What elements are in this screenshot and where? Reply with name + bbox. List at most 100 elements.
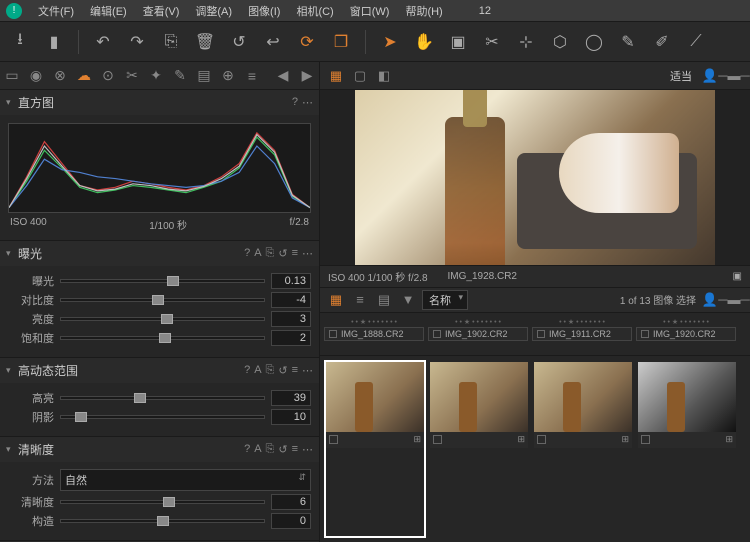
- preset-icon[interactable]: ≡: [292, 364, 298, 377]
- slider-track[interactable]: [60, 279, 265, 283]
- section-header-hdr[interactable]: ▾ 高动态范围 ?A⎘↺≡⋯: [0, 358, 319, 383]
- undo-icon[interactable]: ↶: [89, 28, 117, 56]
- copy-icon[interactable]: ⎘: [266, 443, 275, 456]
- thumbnail[interactable]: ⊞: [326, 362, 424, 537]
- auto-icon[interactable]: A: [254, 443, 261, 456]
- slider-value[interactable]: 6: [271, 494, 311, 510]
- filmstrip-icon[interactable]: ▤: [374, 290, 394, 310]
- image-viewer[interactable]: [320, 90, 750, 265]
- auto-icon[interactable]: A: [254, 364, 261, 377]
- proof-icon[interactable]: ▣: [733, 271, 742, 282]
- user-icon[interactable]: 👤: [700, 66, 720, 86]
- reset-icon[interactable]: ↺: [278, 443, 287, 456]
- tab-library-icon[interactable]: ▭: [0, 64, 24, 88]
- slider-value[interactable]: 0.13: [271, 273, 311, 289]
- film-item[interactable]: • • ★ • • • • • • •IMG_1902.CR2: [428, 317, 528, 351]
- section-header-clarity[interactable]: ▾ 清晰度 ?A⎘↺≡⋯: [0, 437, 319, 462]
- copy-icon[interactable]: ⎘: [157, 28, 185, 56]
- variants-icon[interactable]: ❐: [327, 28, 355, 56]
- brush-icon[interactable]: ✎: [614, 28, 642, 56]
- slider-track[interactable]: [60, 415, 265, 419]
- keystone-icon[interactable]: ⬡: [546, 28, 574, 56]
- slider-track[interactable]: [60, 500, 265, 504]
- sort-select[interactable]: 名称: [422, 290, 468, 310]
- crop-icon[interactable]: ✂: [478, 28, 506, 56]
- menu-item[interactable]: 图像(I): [240, 3, 288, 19]
- preset-icon[interactable]: ≡: [292, 247, 298, 260]
- tab-lens-icon[interactable]: ⊙: [96, 64, 120, 88]
- slider-track[interactable]: [60, 336, 265, 340]
- menu-item[interactable]: 帮助(H): [397, 3, 450, 19]
- tab-capture-icon[interactable]: ◉: [24, 64, 48, 88]
- thumb-view-icon[interactable]: ▦: [326, 290, 346, 310]
- help-icon[interactable]: ?: [244, 443, 250, 456]
- tab-color-icon[interactable]: ⊗: [48, 64, 72, 88]
- tab-crop-icon[interactable]: ✂: [120, 64, 144, 88]
- zoom-track[interactable]: ─▬─: [724, 66, 744, 86]
- user-icon[interactable]: 👤: [700, 290, 720, 310]
- reset-icon[interactable]: ↺: [278, 364, 287, 377]
- help-icon[interactable]: ?: [292, 96, 298, 109]
- grid-view-icon[interactable]: ▦: [326, 66, 346, 86]
- menu-item[interactable]: 文件(F): [30, 3, 82, 19]
- trash-icon[interactable]: 🗑: [191, 28, 219, 56]
- slider-value[interactable]: -4: [271, 292, 311, 308]
- loupe-icon[interactable]: ▣: [444, 28, 472, 56]
- tab-local-icon[interactable]: ✎: [168, 64, 192, 88]
- slider-track[interactable]: [60, 519, 265, 523]
- tab-details-icon[interactable]: ✦: [144, 64, 168, 88]
- reset-icon[interactable]: ↺: [278, 247, 287, 260]
- revert-icon[interactable]: ↩: [259, 28, 287, 56]
- auto-icon[interactable]: A: [254, 247, 261, 260]
- tab-exposure-icon[interactable]: ☁: [72, 64, 96, 88]
- slider-track[interactable]: [60, 396, 265, 400]
- size-slider[interactable]: ─▬─: [724, 290, 744, 310]
- cursor-icon[interactable]: ➤: [376, 28, 404, 56]
- menu-item[interactable]: 窗口(W): [342, 3, 398, 19]
- spot-icon[interactable]: ◯: [580, 28, 608, 56]
- menu-icon[interactable]: ⋯: [302, 364, 313, 377]
- section-header-histogram[interactable]: ▾ 直方图 ?⋯: [0, 90, 319, 115]
- straighten-icon[interactable]: ⊹: [512, 28, 540, 56]
- help-icon[interactable]: ?: [244, 247, 250, 260]
- tab-meta-icon[interactable]: ▤: [192, 64, 216, 88]
- import-icon[interactable]: ⭳: [6, 28, 34, 56]
- copy-icon[interactable]: ⎘: [266, 247, 275, 260]
- adjust-icon[interactable]: ⟋: [682, 28, 710, 56]
- slider-value[interactable]: 2: [271, 330, 311, 346]
- multi-view-icon[interactable]: ◧: [374, 66, 394, 86]
- tab-prev-icon[interactable]: ◀: [271, 64, 295, 88]
- film-item[interactable]: • • ★ • • • • • • •IMG_1888.CR2: [324, 317, 424, 351]
- slider-value[interactable]: 10: [271, 409, 311, 425]
- menu-icon[interactable]: ⋯: [302, 96, 313, 109]
- slider-value[interactable]: 0: [271, 513, 311, 529]
- menu-icon[interactable]: ⋯: [302, 247, 313, 260]
- thumbnail[interactable]: ⊞: [430, 362, 528, 537]
- menu-icon[interactable]: ⋯: [302, 443, 313, 456]
- slider-track[interactable]: [60, 317, 265, 321]
- filter-icon[interactable]: ▼: [398, 290, 418, 310]
- rotate-icon[interactable]: ⟳: [293, 28, 321, 56]
- thumbnail[interactable]: ⊞: [534, 362, 632, 537]
- film-item[interactable]: • • ★ • • • • • • •IMG_1920.CR2: [636, 317, 736, 351]
- slider-value[interactable]: 39: [271, 390, 311, 406]
- slider-value[interactable]: 3: [271, 311, 311, 327]
- list-view-icon[interactable]: ≡: [350, 290, 370, 310]
- menu-item[interactable]: 调整(A): [187, 3, 240, 19]
- tab-next-icon[interactable]: ▶: [295, 64, 319, 88]
- copy-icon[interactable]: ⎘: [266, 364, 275, 377]
- redo-icon[interactable]: ↷: [123, 28, 151, 56]
- method-select[interactable]: 自然: [60, 469, 311, 491]
- menu-item[interactable]: 编辑(E): [82, 3, 135, 19]
- tether-icon[interactable]: ▮: [40, 28, 68, 56]
- reset-icon[interactable]: ↺: [225, 28, 253, 56]
- menu-item[interactable]: 相机(C): [288, 3, 341, 19]
- thumbnail[interactable]: ⊞: [638, 362, 736, 537]
- single-view-icon[interactable]: ▢: [350, 66, 370, 86]
- tab-output-icon[interactable]: ⊕: [216, 64, 240, 88]
- menu-item[interactable]: 查看(V): [135, 3, 188, 19]
- film-item[interactable]: • • ★ • • • • • • •IMG_1911.CR2: [532, 317, 632, 351]
- tab-batch-icon[interactable]: ≡: [240, 64, 264, 88]
- preset-icon[interactable]: ≡: [292, 443, 298, 456]
- section-header-exposure[interactable]: ▾ 曝光 ?A⎘↺≡⋯: [0, 241, 319, 266]
